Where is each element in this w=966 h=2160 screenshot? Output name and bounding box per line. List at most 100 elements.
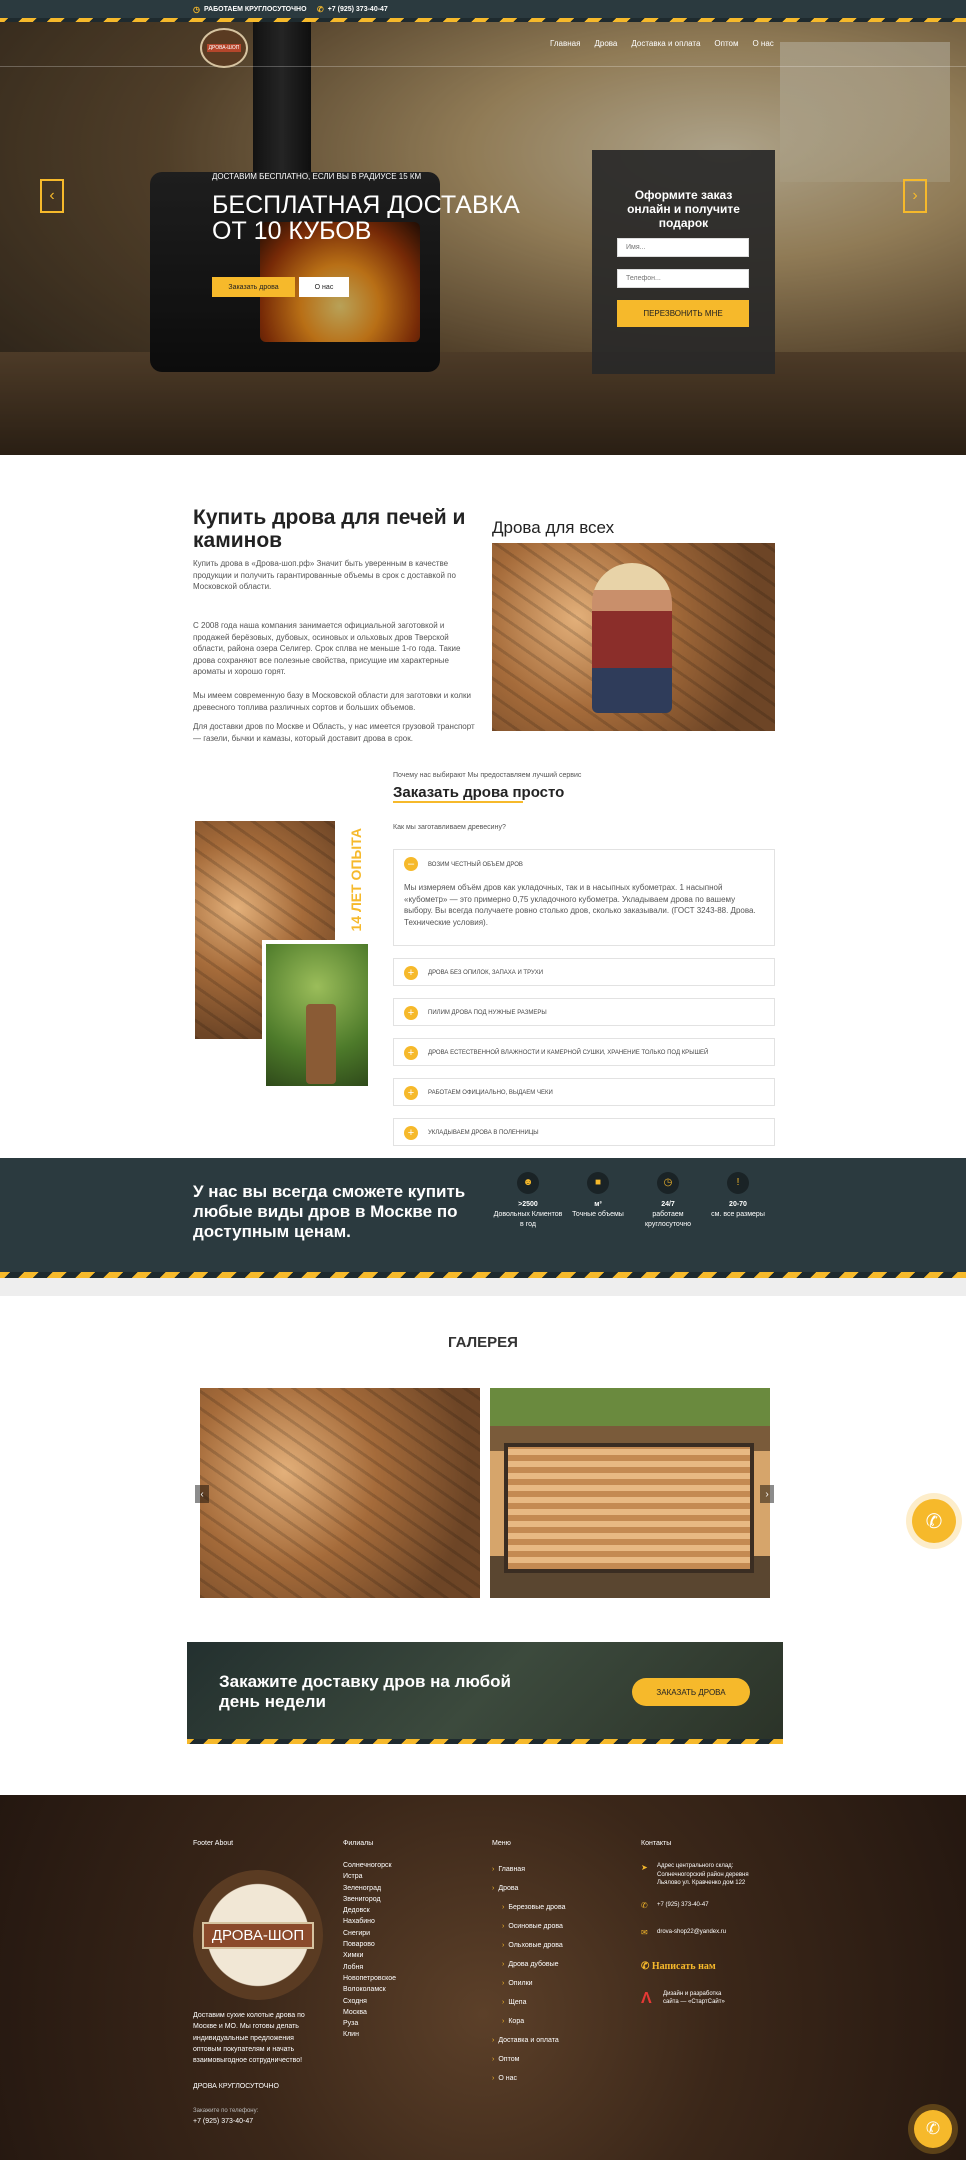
contacts-heading: Контакты <box>641 1840 672 1847</box>
branch-link[interactable]: Зеленоград <box>343 1883 396 1894</box>
name-input[interactable] <box>617 238 749 257</box>
slider-next-button[interactable]: › <box>903 179 927 213</box>
footer-email[interactable]: drova-shop22@yandex.ru <box>657 1929 726 1935</box>
location-icon: ➤ <box>641 1863 648 1872</box>
menu-link-label: Опилки <box>508 1980 533 1987</box>
branch-link[interactable]: Нахабино <box>343 1916 396 1927</box>
nav-about[interactable]: О нас <box>752 39 773 48</box>
whatsapp-link[interactable]: ✆ Написать нам <box>641 1961 716 1972</box>
menu-link-label: Дрова дубовые <box>508 1961 559 1968</box>
main-nav: Главная Дрова Доставка и оплата Оптом О … <box>550 39 774 48</box>
hero-about-button[interactable]: О нас <box>299 277 349 297</box>
menu-sublink[interactable]: › Опилки <box>492 1974 565 1993</box>
branch-link[interactable]: Химки <box>343 1950 396 1961</box>
chevron-right-icon: › <box>492 1866 495 1873</box>
menu-sublink[interactable]: › Осиновые дрова <box>492 1917 565 1936</box>
woodcutter-figure <box>592 563 672 713</box>
footer-logo-text: ДРОВА-ШОП <box>201 1921 315 1949</box>
branch-link[interactable]: Клин <box>343 2029 396 2040</box>
stat-label: см. все размеры <box>711 1211 765 1218</box>
slider-prev-button[interactable]: ‹ <box>40 179 64 213</box>
gallery-prev-button[interactable]: ‹ <box>195 1485 209 1503</box>
branches-heading: Филиалы <box>343 1840 374 1847</box>
stats-band: У нас вы всегда сможете купить любые вид… <box>0 1158 966 1278</box>
menu-sublink[interactable]: › Дрова дубовые <box>492 1955 565 1974</box>
chevron-right-icon: › <box>502 1980 505 1987</box>
nav-delivery[interactable]: Доставка и оплата <box>631 39 700 48</box>
stat-hours: ◷ 24/7 работаем круглосуточно <box>633 1172 703 1230</box>
gallery-image-2[interactable] <box>490 1388 770 1598</box>
menu-link[interactable]: › Дрова <box>492 1879 565 1898</box>
accordion-title: Возим честный объем дров <box>428 862 523 868</box>
branch-link[interactable]: Звенигород <box>343 1894 396 1905</box>
menu-sublink[interactable]: › Кора <box>492 2012 565 2031</box>
about-text-4: Для доставки дров по Москве и Область, у… <box>193 722 475 743</box>
menu-link[interactable]: › Оптом <box>492 2050 565 2069</box>
accordion-item[interactable]: + Дрова без опилок, запаха и трухи <box>393 958 775 986</box>
cta-order-button[interactable]: ЗАКАЗАТЬ ДРОВА <box>632 1678 750 1706</box>
menu-sublink[interactable]: › Щепа <box>492 1993 565 2012</box>
chevron-right-icon: › <box>765 1488 769 1500</box>
hero-order-button[interactable]: Заказать дрова <box>212 277 295 297</box>
band-title: У нас вы всегда сможете купить любые вид… <box>193 1182 466 1241</box>
footer-phone[interactable]: +7 (925) 373-40-47 <box>193 2116 253 2127</box>
site-logo[interactable]: ДРОВА-ШОП <box>200 28 248 68</box>
accordion-item-open[interactable]: – Возим честный объем дров Мы измеряем о… <box>393 849 775 946</box>
nav-firewood[interactable]: Дрова <box>594 39 617 48</box>
cta-title: Закажите доставку дров на любой день нед… <box>219 1672 512 1711</box>
phone-icon: ✆ <box>925 1510 943 1533</box>
footer-logo: ДРОВА-ШОП <box>193 1870 323 2000</box>
branch-link[interactable]: Дедовск <box>343 1905 396 1916</box>
menu-link[interactable]: › Главная <box>492 1860 565 1879</box>
branches-list: Солнечногорск Истра Зеленоград Звенигоро… <box>343 1860 396 2041</box>
menu-link-label: Доставка и оплата <box>498 2037 559 2044</box>
gallery-image-1[interactable] <box>200 1388 480 1598</box>
developer-logo-icon: Λ <box>641 1990 652 2007</box>
menu-link-label: Березовые дрова <box>508 1904 566 1911</box>
side-title: Дрова для всех <box>492 518 615 537</box>
accordion-item[interactable]: + Пилим дрова под нужные размеры <box>393 998 775 1026</box>
branch-link[interactable]: Лобня <box>343 1962 396 1973</box>
why-kicker: Почему нас выбирают Мы предоставляем луч… <box>393 772 582 779</box>
accordion-title: Укладываем дрова в поленницы <box>428 1130 539 1136</box>
experience-text: 14 ЛЕТ ОПЫТА <box>348 828 364 932</box>
gallery-next-button[interactable]: › <box>760 1485 774 1503</box>
branch-link[interactable]: Солнечногорск <box>343 1860 396 1871</box>
branch-link[interactable]: Истра <box>343 1871 396 1882</box>
callback-button[interactable]: ПЕРЕЗВОНИТЬ МНЕ <box>617 300 749 327</box>
footer-contact-phone[interactable]: +7 (925) 373-40-47 <box>657 1902 709 1908</box>
branch-link[interactable]: Москва <box>343 2007 396 2018</box>
chevron-right-icon: › <box>912 187 918 204</box>
branch-link[interactable]: Новопетровское <box>343 1973 396 1984</box>
branch-link[interactable]: Сходня <box>343 1996 396 2007</box>
phone-icon: ✆ <box>641 1901 648 1910</box>
menu-link[interactable]: › Доставка и оплата <box>492 2031 565 2050</box>
accordion-item[interactable]: + Работаем официально, выдаем чеки <box>393 1078 775 1106</box>
gallery-title: ГАЛЕРЕЯ <box>448 1334 518 1351</box>
floating-call-button[interactable]: ✆ <box>912 1499 956 1543</box>
menu-link[interactable]: › О нас <box>492 2069 565 2088</box>
chevron-right-icon: › <box>492 2037 495 2044</box>
chevron-right-icon: › <box>502 1999 505 2006</box>
accordion-title: Дрова естественной влажности и камерной … <box>428 1050 709 1056</box>
cube-icon: ■ <box>587 1172 609 1194</box>
nav-home[interactable]: Главная <box>550 39 580 48</box>
nav-wholesale[interactable]: Оптом <box>714 39 738 48</box>
stat-label: Довольных Клиентов в год <box>493 1211 563 1228</box>
users-icon: ☻ <box>517 1172 539 1194</box>
menu-sublink[interactable]: › Ольховые дрова <box>492 1936 565 1955</box>
branch-link[interactable]: Снегири <box>343 1928 396 1939</box>
branch-link[interactable]: Волоколамск <box>343 1984 396 1995</box>
phone-link[interactable]: ✆ +7 (925) 373-40-47 <box>317 5 388 14</box>
branch-link[interactable]: Руза <box>343 2018 396 2029</box>
floating-call-button-bottom[interactable]: ✆ <box>914 2110 952 2148</box>
accordion-item[interactable]: + Дрова естественной влажности и камерно… <box>393 1038 775 1066</box>
phone-input[interactable] <box>617 269 749 288</box>
chevron-right-icon: › <box>502 1904 505 1911</box>
clock-icon: ◷ <box>657 1172 679 1194</box>
why-question: Как мы заготавливаем древесину? <box>393 824 506 831</box>
menu-sublink[interactable]: › Березовые дрова <box>492 1898 565 1917</box>
accordion-item[interactable]: + Укладываем дрова в поленницы <box>393 1118 775 1146</box>
branch-link[interactable]: Поварово <box>343 1939 396 1950</box>
developer-credit[interactable]: Дизайн и разработка сайта — «СтартСайт» <box>663 1990 738 2006</box>
